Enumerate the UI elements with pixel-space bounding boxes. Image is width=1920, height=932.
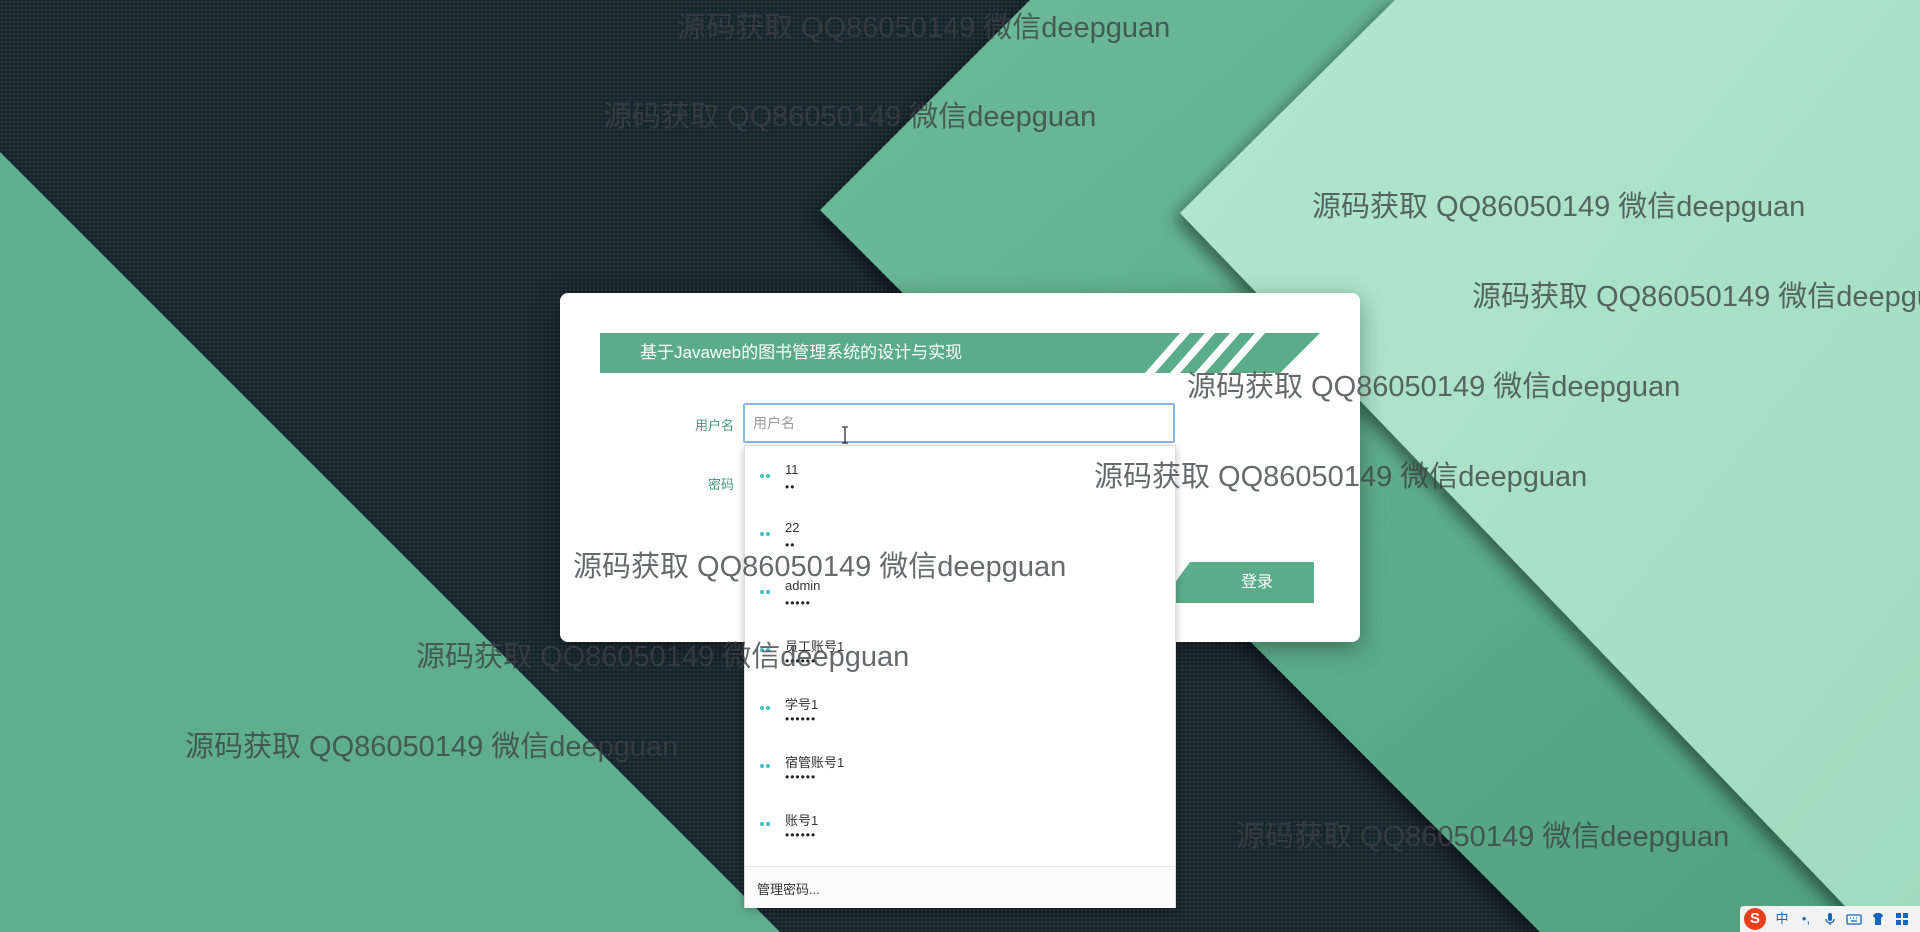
key-icon: [760, 764, 770, 768]
login-button-label: 登录: [1240, 574, 1273, 591]
key-icon: [760, 532, 770, 536]
autocomplete-username: 11: [785, 462, 799, 477]
skin-icon[interactable]: [1870, 911, 1886, 927]
key-icon: [760, 648, 770, 652]
autocomplete-item[interactable]: 员工账号1 ••••••: [745, 620, 1175, 678]
autocomplete-username: 宿管账号1: [785, 755, 845, 770]
autocomplete-password: ••••••: [785, 770, 817, 784]
login-button[interactable]: 登录: [1160, 562, 1314, 603]
autocomplete-password: ••: [785, 480, 796, 494]
title-banner: 基于Javaweb的图书管理系统的设计与实现: [600, 333, 1320, 373]
username-label: 用户名: [694, 418, 734, 433]
autocomplete-item[interactable]: 账号1 ••••••: [745, 794, 1175, 852]
autocomplete-password: ••••••: [785, 828, 817, 842]
autocomplete-password: ••••••: [785, 654, 817, 668]
autocomplete-username: 学号1: [785, 697, 819, 712]
login-page: 基于Javaweb的图书管理系统的设计与实现 用户名 密码 登录 11 •• 22 •…: [0, 0, 1920, 932]
text-cursor-icon: [842, 426, 848, 444]
ime-logo-icon[interactable]: S: [1744, 908, 1766, 930]
toolbox-icon[interactable]: [1894, 911, 1910, 927]
chinese-mode-icon[interactable]: 中: [1774, 911, 1790, 927]
password-autocomplete-dropdown: 11 •• 22 •• admin ••••• 员工账号1 •••••• 学号1 •••••• 宿管…: [744, 445, 1176, 908]
page-title: 基于Javaweb的图书管理系统的设计与实现: [640, 343, 963, 362]
password-label: 密码: [707, 477, 734, 492]
punctuation-icon[interactable]: •,: [1798, 911, 1814, 927]
autocomplete-password: •••••: [785, 596, 812, 610]
autocomplete-password: ••: [785, 538, 796, 552]
autocomplete-item[interactable]: 11 ••: [745, 446, 1175, 504]
autocomplete-username: 员工账号1: [785, 639, 845, 654]
key-icon: [760, 706, 770, 710]
ime-toolbar: S 中 •,: [1740, 906, 1920, 932]
autocomplete-password: ••••••: [785, 712, 817, 726]
key-icon: [760, 590, 770, 594]
autocomplete-item[interactable]: 学号1 ••••••: [745, 678, 1175, 736]
manage-passwords-link[interactable]: 管理密码...: [745, 866, 1175, 908]
microphone-icon[interactable]: [1822, 911, 1838, 927]
autocomplete-username: admin: [785, 578, 821, 593]
autocomplete-username: 22: [785, 520, 800, 535]
autocomplete-item[interactable]: 宿管账号1 ••••••: [745, 736, 1175, 794]
manage-passwords-label: 管理密码...: [757, 882, 820, 897]
key-icon: [760, 822, 770, 826]
autocomplete-username: 账号1: [785, 813, 819, 828]
autocomplete-list: 11 •• 22 •• admin ••••• 员工账号1 •••••• 学号1 •••••• 宿管…: [745, 446, 1175, 852]
key-icon: [760, 474, 770, 478]
autocomplete-item[interactable]: 22 ••: [745, 504, 1175, 562]
keyboard-icon[interactable]: [1846, 911, 1862, 927]
autocomplete-item[interactable]: admin •••••: [745, 562, 1175, 620]
username-input[interactable]: [743, 403, 1175, 443]
